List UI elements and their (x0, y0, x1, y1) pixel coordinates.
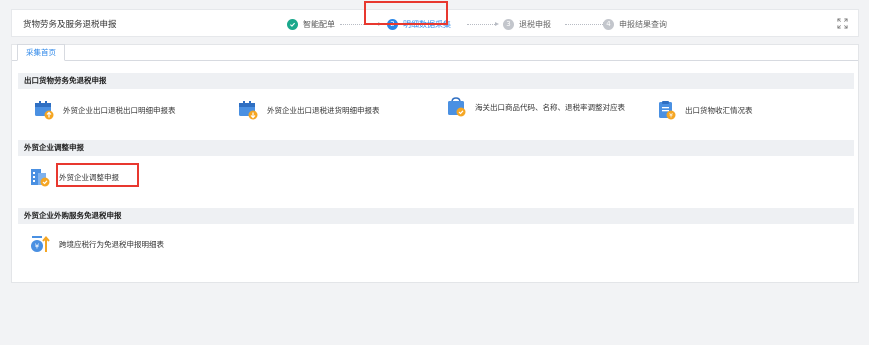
section-header-adjustment: 外贸企业调整申报 (18, 140, 854, 156)
step-tax-refund-declaration[interactable]: 3 退税申报 (503, 17, 551, 31)
adjustment-icon (31, 169, 50, 187)
menu-forex-receipt[interactable]: ¥ 出口货物收汇情况表 (656, 100, 753, 120)
menu-customs-code-adjust[interactable]: 海关出口商品代码、名称、退税率调整对应表 (446, 97, 656, 117)
adjustment-item-highlight (56, 163, 139, 187)
step-connector (467, 22, 499, 26)
step-connector (565, 22, 607, 26)
step-label: 申报结果查询 (619, 19, 667, 29)
forex-receipt-icon: ¥ (659, 101, 676, 120)
step-number: 4 (603, 18, 614, 30)
active-step-highlight (364, 1, 448, 25)
export-detail-icon (35, 101, 54, 120)
menu-label: 海关出口商品代码、名称、退税率调整对应表 (475, 102, 625, 112)
menu-purchase-detail[interactable]: 外贸企业出口退税进货明细申报表 (238, 100, 380, 120)
expand-icon[interactable] (837, 18, 848, 29)
menu-label: 出口货物收汇情况表 (685, 105, 753, 115)
step-label: 智能配单 (303, 19, 335, 29)
purchase-detail-icon (239, 101, 258, 120)
svg-text:¥: ¥ (669, 112, 673, 119)
menu-label: 外贸企业出口退税出口明细申报表 (63, 105, 176, 115)
tab-collection-home[interactable]: 采集首页 (17, 44, 65, 61)
menu-label: 跨境应税行为免退税申报明细表 (59, 239, 164, 249)
check-icon (287, 18, 298, 30)
menu-export-detail[interactable]: 外贸企业出口退税出口明细申报表 (34, 100, 176, 120)
step-smart-match[interactable]: 智能配单 (287, 17, 335, 31)
app-title: 货物劳务及服务退税申报 (23, 20, 117, 30)
svg-text:¥: ¥ (35, 243, 40, 251)
section-header-export-goods: 出口货物劳务免退税申报 (18, 73, 854, 89)
step-number: 3 (503, 18, 514, 30)
tab-divider (12, 60, 858, 61)
step-label: 退税申报 (519, 19, 551, 29)
cross-border-icon: ¥ (31, 235, 50, 252)
menu-label: 外贸企业出口退税进货明细申报表 (267, 105, 380, 115)
menu-cross-border-detail[interactable]: ¥ 跨境应税行为免退税申报明细表 (30, 234, 164, 254)
customs-code-icon (448, 97, 466, 117)
section-header-purchased-services: 外贸企业外购服务免退税申报 (18, 208, 854, 224)
step-result-query[interactable]: 4 申报结果查询 (603, 17, 667, 31)
